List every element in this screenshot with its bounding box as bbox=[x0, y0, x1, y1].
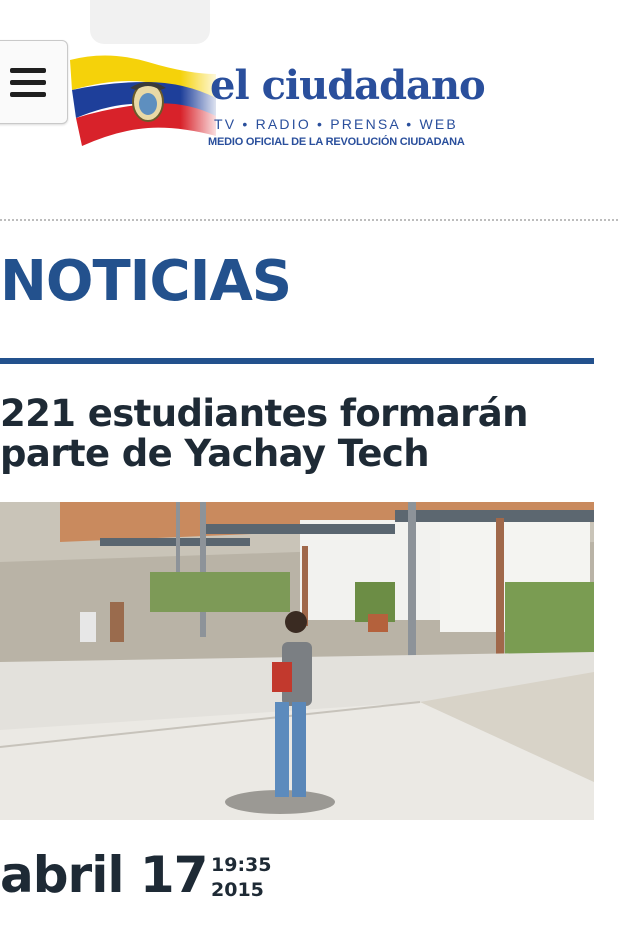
article-photo[interactable] bbox=[0, 502, 594, 820]
section-title: NOTICIAS bbox=[0, 249, 292, 314]
article-year: 2015 bbox=[211, 879, 264, 901]
hamburger-menu-icon bbox=[10, 67, 46, 73]
brand-tagline: MEDIO OFICIAL DE LA REVOLUCIÓN CIUDADANA bbox=[208, 136, 465, 148]
article-headline[interactable]: 221 estudiantes formarán parte de Yachay… bbox=[0, 394, 600, 474]
article-time: 19:35 bbox=[211, 854, 272, 876]
site-logo[interactable]: el ciudadano TV • RADIO • PRENSA • WEB M… bbox=[68, 52, 528, 162]
menu-button[interactable] bbox=[0, 40, 68, 124]
article-date-day: abril 17 bbox=[0, 846, 208, 904]
brand-name: el ciudadano bbox=[210, 62, 486, 109]
ecuador-flag-emblem bbox=[68, 52, 218, 152]
article-photo-image bbox=[0, 502, 594, 820]
brand-subtitle: TV • RADIO • PRENSA • WEB bbox=[214, 116, 458, 132]
section-rule bbox=[0, 358, 594, 364]
top-tab bbox=[90, 0, 210, 44]
header-divider bbox=[0, 219, 618, 221]
